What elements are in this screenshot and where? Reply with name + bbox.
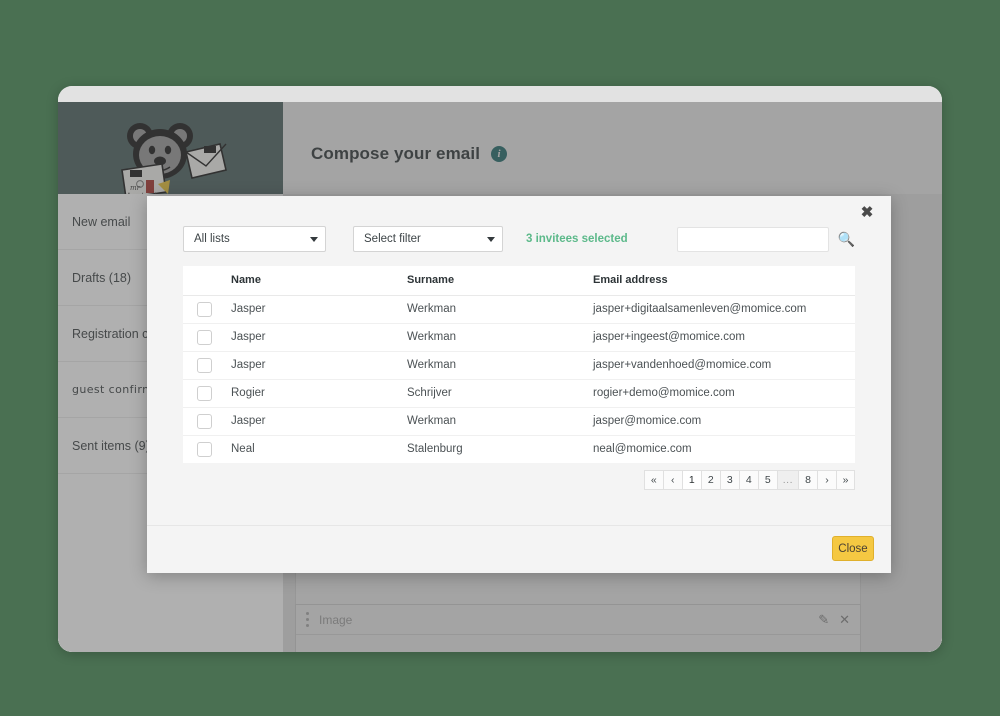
pagination-last[interactable]: »	[836, 470, 855, 490]
page-title: Compose your email	[311, 144, 481, 163]
list-select-value: All lists	[194, 233, 230, 245]
pagination-page-2[interactable]: 2	[700, 470, 720, 490]
table-row[interactable]: Jasper Werkman jasper@momice.com	[183, 407, 855, 436]
row-select-cell[interactable]	[183, 379, 231, 408]
filter-select[interactable]: Select filter	[353, 226, 503, 252]
row-surname: Werkman	[407, 351, 593, 380]
search-area: 🔍	[676, 226, 855, 252]
pagination-page-1[interactable]: 1	[681, 470, 701, 490]
pagination-next[interactable]: ›	[817, 470, 836, 490]
row-email: jasper+ingeest@momice.com	[593, 323, 855, 352]
close-button[interactable]: Close	[832, 536, 874, 561]
table-row[interactable]: Jasper Werkman jasper+digitaalsamenleven…	[183, 295, 855, 324]
info-icon[interactable]: i	[491, 146, 508, 162]
search-input[interactable]	[676, 226, 829, 252]
row-surname: Werkman	[407, 295, 593, 324]
pagination-ellipsis: ...	[776, 470, 798, 490]
image-content-block[interactable]: Image ✎ ✕	[295, 604, 861, 652]
modal-footer: Close	[147, 525, 891, 573]
table-row[interactable]: Jasper Werkman jasper+ingeest@momice.com	[183, 323, 855, 352]
chevron-down-icon	[487, 236, 495, 242]
invitees-table-body: Jasper Werkman jasper+digitaalsamenleven…	[183, 295, 855, 463]
row-name: Jasper	[231, 323, 407, 352]
row-select-cell[interactable]	[183, 351, 231, 380]
image-block-toolbar: Image ✎ ✕	[296, 605, 860, 635]
row-checkbox[interactable]	[197, 301, 212, 317]
pagination-first[interactable]: «	[643, 470, 663, 490]
app-header: mr Amsterdam Compose your email i	[58, 102, 942, 194]
image-block-label: Image	[319, 612, 353, 627]
row-name: Jasper	[231, 351, 407, 380]
column-header-surname: Surname	[407, 266, 593, 296]
row-email: neal@momice.com	[593, 443, 692, 456]
sidebar-item-label: Sent items (9)	[72, 438, 150, 453]
modal-body: All lists Select filter 3 invitees selec…	[147, 196, 891, 525]
pagination: « ‹ 1 2 3 4 5 ... 8 › »	[643, 470, 855, 490]
pagination-prev[interactable]: ‹	[662, 470, 682, 490]
row-checkbox[interactable]	[197, 413, 212, 429]
row-name: Jasper	[231, 407, 407, 436]
table-header-row: Name Surname Email address	[183, 266, 855, 296]
row-name: Rogier	[231, 379, 407, 408]
row-surname: Schrijver	[407, 379, 593, 408]
list-select[interactable]: All lists	[183, 226, 326, 252]
pagination-page-3[interactable]: 3	[719, 470, 739, 490]
filter-select-value: Select filter	[364, 233, 421, 245]
table-row[interactable]: Neal Stalenburg neal@momice.com	[183, 435, 855, 463]
sidebar-item-label: New email	[72, 214, 131, 229]
drag-handle-icon[interactable]	[306, 612, 309, 627]
row-name: Jasper	[231, 295, 407, 324]
column-header-name: Name	[231, 266, 407, 296]
row-surname: Werkman	[407, 407, 593, 436]
sidebar-item-label: Drafts (18)	[72, 270, 132, 285]
invitees-table: Name Surname Email address Jasper Werkma…	[183, 266, 855, 463]
logo-panel: mr Amsterdam	[58, 102, 283, 194]
row-name: Neal	[231, 443, 255, 456]
row-email: jasper@momice.com	[593, 407, 855, 436]
row-email: jasper+vandenhoed@momice.com	[593, 351, 855, 380]
row-select-cell[interactable]	[183, 323, 231, 352]
row-select-cell[interactable]	[183, 407, 231, 436]
chevron-down-icon	[310, 236, 318, 242]
row-select-cell[interactable]	[183, 435, 231, 463]
row-surname: Werkman	[407, 323, 593, 352]
row-email: jasper+digitaalsamenleven@momice.com	[593, 295, 855, 324]
close-icon[interactable]: ✕	[839, 612, 850, 628]
pagination-page-5[interactable]: 5	[757, 470, 777, 490]
row-email: rogier+demo@momice.com	[593, 379, 855, 408]
mascot-logo-icon: mr Amsterdam	[121, 123, 227, 194]
row-surname: Stalenburg	[407, 443, 463, 456]
row-checkbox[interactable]	[197, 357, 212, 373]
pencil-icon[interactable]: ✎	[818, 612, 829, 628]
modal-toolbar: All lists Select filter 3 invitees selec…	[183, 226, 855, 252]
page-title-area: Compose your email i	[311, 144, 508, 164]
column-header-email: Email address	[593, 266, 855, 296]
svg-text:mr: mr	[130, 184, 141, 192]
row-checkbox[interactable]	[197, 329, 212, 345]
column-header-select	[183, 266, 231, 296]
row-select-cell[interactable]	[183, 295, 231, 324]
invitees-table-head: Name Surname Email address	[183, 266, 855, 296]
pagination-page-8[interactable]: 8	[798, 470, 817, 490]
row-checkbox[interactable]	[197, 385, 212, 401]
select-invitees-modal: ✖ All lists Select filter 3 invitees sel…	[147, 196, 891, 573]
table-row[interactable]: Jasper Werkman jasper+vandenhoed@momice.…	[183, 351, 855, 380]
table-row[interactable]: Rogier Schrijver rogier+demo@momice.com	[183, 379, 855, 408]
browser-titlebar	[58, 86, 942, 102]
pagination-page-4[interactable]: 4	[738, 470, 758, 490]
selected-invitees-count: 3 invitees selected	[526, 233, 628, 245]
search-icon[interactable]: 🔍	[838, 232, 855, 246]
row-checkbox[interactable]	[197, 441, 212, 457]
image-block-preview	[296, 635, 860, 652]
